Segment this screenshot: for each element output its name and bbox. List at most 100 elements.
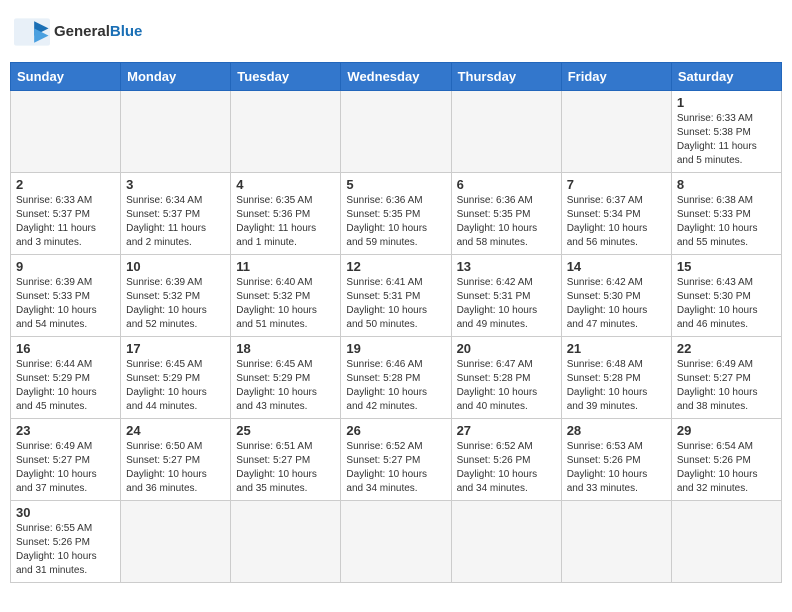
day-info: Sunrise: 6:34 AMSunset: 5:37 PMDaylight:…: [126, 194, 225, 250]
day-info: Sunrise: 6:48 AMSunset: 5:28 PMDaylight:…: [567, 358, 666, 414]
day-info: Sunrise: 6:46 AMSunset: 5:28 PMDaylight:…: [346, 358, 445, 414]
day-info: Sunrise: 6:51 AMSunset: 5:27 PMDaylight:…: [236, 440, 335, 496]
day-info: Sunrise: 6:41 AMSunset: 5:31 PMDaylight:…: [346, 276, 445, 332]
day-info: Sunrise: 6:52 AMSunset: 5:27 PMDaylight:…: [346, 440, 445, 496]
calendar-day-empty: [341, 91, 451, 173]
day-number: 14: [567, 259, 666, 274]
calendar-day-13: 13 Sunrise: 6:42 AMSunset: 5:31 PMDayligh…: [451, 255, 561, 337]
day-number: 23: [16, 423, 115, 438]
calendar-week-4: 16 Sunrise: 6:44 AMSunset: 5:29 PMDayligh…: [11, 337, 782, 419]
day-info: Sunrise: 6:36 AMSunset: 5:35 PMDaylight:…: [346, 194, 445, 250]
day-info: Sunrise: 6:37 AMSunset: 5:34 PMDaylight:…: [567, 194, 666, 250]
calendar-day-empty: [231, 91, 341, 173]
day-number: 6: [457, 177, 556, 192]
weekday-header-wednesday: Wednesday: [341, 63, 451, 91]
calendar-day-7: 7Sunrise: 6:37 AMSunset: 5:34 PMDaylight…: [561, 173, 671, 255]
day-number: 19: [346, 341, 445, 356]
day-info: Sunrise: 6:52 AMSunset: 5:26 PMDaylight:…: [457, 440, 556, 496]
calendar-day-26: 26 Sunrise: 6:52 AMSunset: 5:27 PMDayligh…: [341, 419, 451, 501]
day-info: Sunrise: 6:54 AMSunset: 5:26 PMDaylight:…: [677, 440, 776, 496]
calendar-day-empty: [671, 501, 781, 583]
day-info: Sunrise: 6:45 AMSunset: 5:29 PMDaylight:…: [236, 358, 335, 414]
day-number: 25: [236, 423, 335, 438]
day-info: Sunrise: 6:40 AMSunset: 5:32 PMDaylight:…: [236, 276, 335, 332]
calendar-day-28: 28Sunrise: 6:53 AMSunset: 5:26 PMDayligh…: [561, 419, 671, 501]
day-info: Sunrise: 6:44 AMSunset: 5:29 PMDaylight:…: [16, 358, 115, 414]
calendar-day-11: 11Sunrise: 6:40 AMSunset: 5:32 PMDayligh…: [231, 255, 341, 337]
page-header: GeneralBlue: [10, 10, 782, 54]
calendar-day-2: 2 Sunrise: 6:33 AMSunset: 5:37 PMDaylight…: [11, 173, 121, 255]
day-number: 21: [567, 341, 666, 356]
day-number: 16: [16, 341, 115, 356]
weekday-header-sunday: Sunday: [11, 63, 121, 91]
calendar-day-29: 29 Sunrise: 6:54 AMSunset: 5:26 PMDayligh…: [671, 419, 781, 501]
calendar-day-empty: [561, 91, 671, 173]
day-number: 22: [677, 341, 776, 356]
day-info: Sunrise: 6:39 AMSunset: 5:32 PMDaylight:…: [126, 276, 225, 332]
day-number: 10: [126, 259, 225, 274]
day-number: 17: [126, 341, 225, 356]
day-info: Sunrise: 6:49 AMSunset: 5:27 PMDaylight:…: [16, 440, 115, 496]
day-info: Sunrise: 6:42 AMSunset: 5:31 PMDaylight:…: [457, 276, 556, 332]
logo-icon: [14, 18, 50, 46]
day-info: Sunrise: 6:35 AMSunset: 5:36 PMDaylight:…: [236, 194, 335, 250]
weekday-header-monday: Monday: [121, 63, 231, 91]
day-number: 4: [236, 177, 335, 192]
logo: GeneralBlue: [14, 18, 142, 46]
calendar-day-20: 20Sunrise: 6:47 AMSunset: 5:28 PMDayligh…: [451, 337, 561, 419]
calendar-day-21: 21 Sunrise: 6:48 AMSunset: 5:28 PMDayligh…: [561, 337, 671, 419]
day-info: Sunrise: 6:43 AMSunset: 5:30 PMDaylight:…: [677, 276, 776, 332]
calendar-day-18: 18 Sunrise: 6:45 AMSunset: 5:29 PMDayligh…: [231, 337, 341, 419]
calendar-day-12: 12 Sunrise: 6:41 AMSunset: 5:31 PMDayligh…: [341, 255, 451, 337]
day-number: 3: [126, 177, 225, 192]
day-number: 24: [126, 423, 225, 438]
calendar-day-empty: [231, 501, 341, 583]
calendar-week-5: 23 Sunrise: 6:49 AMSunset: 5:27 PMDayligh…: [11, 419, 782, 501]
day-number: 2: [16, 177, 115, 192]
day-number: 30: [16, 505, 115, 520]
day-info: Sunrise: 6:38 AMSunset: 5:33 PMDaylight:…: [677, 194, 776, 250]
calendar-day-4: 4 Sunrise: 6:35 AMSunset: 5:36 PMDaylight…: [231, 173, 341, 255]
day-number: 28: [567, 423, 666, 438]
calendar-day-empty: [561, 501, 671, 583]
day-number: 1: [677, 95, 776, 110]
calendar-week-3: 9Sunrise: 6:39 AMSunset: 5:33 PMDaylight…: [11, 255, 782, 337]
day-info: Sunrise: 6:33 AMSunset: 5:38 PMDaylight:…: [677, 112, 776, 168]
calendar-table: SundayMondayTuesdayWednesdayThursdayFrid…: [10, 62, 782, 583]
day-number: 29: [677, 423, 776, 438]
weekday-header-row: SundayMondayTuesdayWednesdayThursdayFrid…: [11, 63, 782, 91]
day-number: 13: [457, 259, 556, 274]
day-number: 26: [346, 423, 445, 438]
day-number: 20: [457, 341, 556, 356]
day-info: Sunrise: 6:42 AMSunset: 5:30 PMDaylight:…: [567, 276, 666, 332]
calendar-day-24: 24 Sunrise: 6:50 AMSunset: 5:27 PMDayligh…: [121, 419, 231, 501]
calendar-day-empty: [451, 91, 561, 173]
calendar-day-16: 16 Sunrise: 6:44 AMSunset: 5:29 PMDayligh…: [11, 337, 121, 419]
calendar-day-9: 9Sunrise: 6:39 AMSunset: 5:33 PMDaylight…: [11, 255, 121, 337]
calendar-day-3: 3 Sunrise: 6:34 AMSunset: 5:37 PMDaylight…: [121, 173, 231, 255]
calendar-day-empty: [121, 91, 231, 173]
calendar-day-empty: [121, 501, 231, 583]
day-info: Sunrise: 6:36 AMSunset: 5:35 PMDaylight:…: [457, 194, 556, 250]
day-info: Sunrise: 6:50 AMSunset: 5:27 PMDaylight:…: [126, 440, 225, 496]
calendar-day-8: 8Sunrise: 6:38 AMSunset: 5:33 PMDaylight…: [671, 173, 781, 255]
calendar-day-19: 19 Sunrise: 6:46 AMSunset: 5:28 PMDayligh…: [341, 337, 451, 419]
day-number: 15: [677, 259, 776, 274]
calendar-week-6: 30 Sunrise: 6:55 AMSunset: 5:26 PMDayligh…: [11, 501, 782, 583]
calendar-day-30: 30 Sunrise: 6:55 AMSunset: 5:26 PMDayligh…: [11, 501, 121, 583]
calendar-day-1: 1 Sunrise: 6:33 AMSunset: 5:38 PMDaylight…: [671, 91, 781, 173]
day-info: Sunrise: 6:39 AMSunset: 5:33 PMDaylight:…: [16, 276, 115, 332]
calendar-day-22: 22 Sunrise: 6:49 AMSunset: 5:27 PMDayligh…: [671, 337, 781, 419]
day-info: Sunrise: 6:49 AMSunset: 5:27 PMDaylight:…: [677, 358, 776, 414]
weekday-header-friday: Friday: [561, 63, 671, 91]
weekday-header-saturday: Saturday: [671, 63, 781, 91]
day-number: 18: [236, 341, 335, 356]
calendar-day-empty: [451, 501, 561, 583]
day-info: Sunrise: 6:45 AMSunset: 5:29 PMDaylight:…: [126, 358, 225, 414]
day-info: Sunrise: 6:33 AMSunset: 5:37 PMDaylight:…: [16, 194, 115, 250]
weekday-header-thursday: Thursday: [451, 63, 561, 91]
weekday-header-tuesday: Tuesday: [231, 63, 341, 91]
day-info: Sunrise: 6:55 AMSunset: 5:26 PMDaylight:…: [16, 522, 115, 578]
calendar-day-5: 5Sunrise: 6:36 AMSunset: 5:35 PMDaylight…: [341, 173, 451, 255]
day-number: 12: [346, 259, 445, 274]
